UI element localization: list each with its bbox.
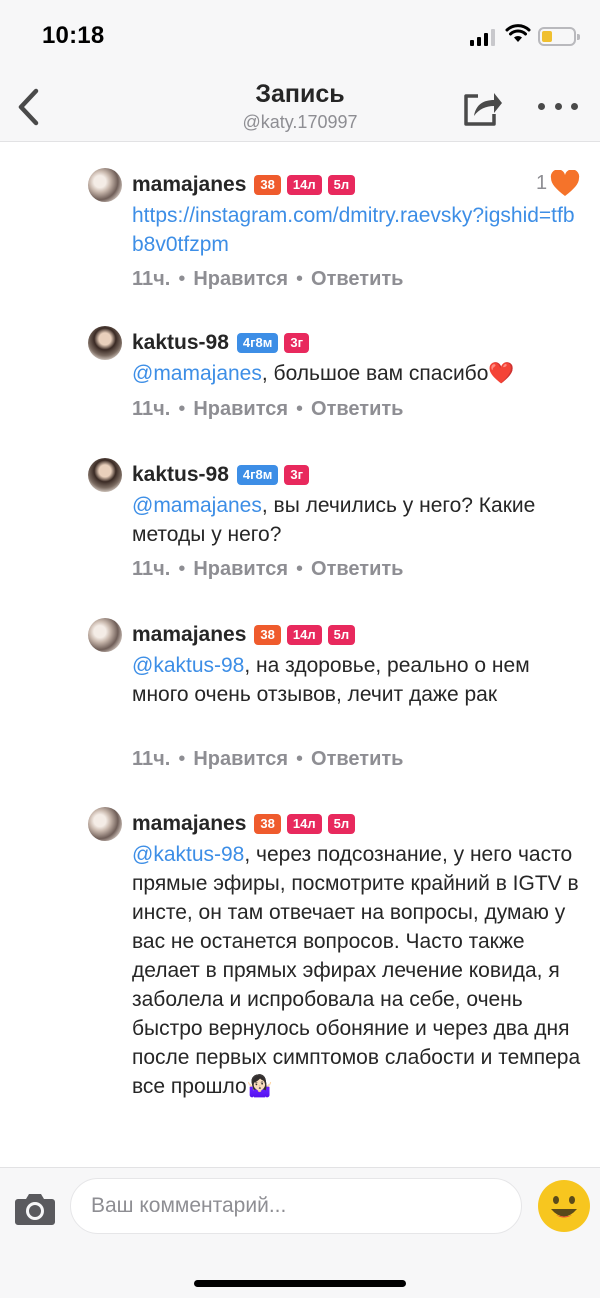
user-badge: 14л	[286, 625, 322, 645]
avatar[interactable]	[88, 326, 122, 360]
user-badge: 14л	[286, 175, 322, 195]
nav-header: Запись @katy.170997	[0, 72, 600, 142]
comment-time: 11ч.	[132, 268, 171, 290]
comment-header: mamajanes 38 14л 5л	[132, 807, 361, 841]
like-link[interactable]: Нравится	[193, 268, 288, 290]
more-dot	[571, 102, 578, 110]
more-dot	[538, 102, 545, 110]
comment-time: 11ч.	[132, 398, 171, 420]
comment-meta: 11ч. • Нравится • Ответить	[132, 748, 404, 770]
wifi-icon	[505, 24, 531, 42]
comment-input[interactable]	[70, 1178, 522, 1234]
comment-header: mamajanes 38 14л 5л	[132, 618, 361, 652]
comment-header: mamajanes 38 14л 5л	[132, 168, 361, 202]
comment-meta: 11ч. • Нравится • Ответить	[132, 268, 404, 290]
comment-header: kaktus-98 4г8м 3г	[132, 458, 315, 492]
comment-mention[interactable]: @kaktus-98	[132, 654, 244, 677]
comment-body: , большое вам спасибо❤️	[261, 362, 515, 385]
comment-text: @kaktus-98, через подсознание, у него ча…	[132, 840, 582, 1101]
page-subtitle[interactable]: @katy.170997	[0, 112, 600, 133]
user-badge: 3г	[284, 333, 310, 353]
comments-list[interactable]: mamajanes 38 14л 5л 1 https://instagram.…	[0, 142, 600, 1167]
user-badge: 14л	[286, 814, 322, 834]
comment-header: kaktus-98 4г8м 3г	[132, 326, 315, 360]
home-indicator	[194, 1280, 406, 1287]
user-badge: 38	[254, 625, 281, 645]
page-title: Запись	[255, 80, 345, 108]
comment-username[interactable]: mamajanes	[132, 623, 246, 647]
comment-item: kaktus-98 4г8м 3г @mamajanes, большое ва…	[0, 326, 600, 426]
smiley-icon	[539, 1181, 589, 1231]
signal-icon	[470, 28, 496, 46]
avatar[interactable]	[88, 168, 122, 202]
share-button[interactable]	[460, 86, 504, 128]
comment-link[interactable]: https://instagram.com/dmitry.raevsky?igs…	[132, 204, 575, 256]
comment-mention[interactable]: @mamajanes	[132, 494, 262, 517]
user-badge: 3г	[284, 465, 310, 485]
user-badge: 5л	[327, 625, 356, 645]
reply-link[interactable]: Ответить	[311, 558, 403, 580]
like-link[interactable]: Нравится	[193, 398, 288, 420]
more-options-button[interactable]	[538, 98, 578, 114]
comment-text: @mamajanes, вы лечились у него? Какие ме…	[132, 491, 582, 549]
user-badge: 4г8м	[236, 465, 279, 485]
like-link[interactable]: Нравится	[193, 558, 288, 580]
more-dot	[554, 102, 562, 110]
heart-icon	[550, 170, 580, 196]
comment-item: mamajanes 38 14л 5л @kaktus-98, на здоро…	[0, 618, 600, 778]
comment-mention[interactable]: @mamajanes	[132, 362, 262, 385]
camera-icon	[15, 1194, 55, 1225]
comment-text: @mamajanes, большое вам спасибо❤️	[132, 359, 582, 388]
like-link[interactable]: Нравится	[193, 748, 288, 770]
status-bar: 10:18	[0, 0, 600, 72]
share-icon	[464, 93, 502, 126]
reply-link[interactable]: Ответить	[311, 398, 403, 420]
avatar[interactable]	[88, 458, 122, 492]
reply-link[interactable]: Ответить	[311, 268, 403, 290]
status-time: 10:18	[42, 22, 105, 49]
comment-username[interactable]: kaktus-98	[132, 331, 229, 355]
comment-item: kaktus-98 4г8м 3г @mamajanes, вы лечилис…	[0, 458, 600, 588]
emoji-button[interactable]	[538, 1180, 590, 1232]
avatar[interactable]	[88, 807, 122, 841]
comment-mention[interactable]: @kaktus-98	[132, 843, 244, 866]
like-count: 1	[536, 172, 548, 194]
user-badge: 4г8м	[236, 333, 279, 353]
comment-meta: 11ч. • Нравится • Ответить	[132, 558, 404, 580]
comment-username[interactable]: kaktus-98	[132, 463, 229, 487]
comment-time: 11ч.	[132, 748, 171, 770]
comment-username[interactable]: mamajanes	[132, 173, 246, 197]
comment-text: https://instagram.com/dmitry.raevsky?igs…	[132, 201, 582, 259]
like-button[interactable]: 1	[536, 170, 580, 197]
comment-item: mamajanes 38 14л 5л 1 https://instagram.…	[0, 168, 600, 298]
reply-link[interactable]: Ответить	[311, 748, 403, 770]
avatar[interactable]	[88, 618, 122, 652]
comment-body: , через подсознание, у него часто прямые…	[132, 843, 581, 1098]
camera-button[interactable]	[14, 1190, 56, 1226]
user-badge: 38	[254, 175, 281, 195]
comment-item: mamajanes 38 14л 5л @kaktus-98, через по…	[0, 807, 600, 1167]
comment-input-bar	[0, 1167, 600, 1298]
comment-text: @kaktus-98, на здоровье, реально о нем м…	[132, 651, 582, 709]
comment-username[interactable]: mamajanes	[132, 812, 246, 836]
user-badge: 5л	[327, 175, 356, 195]
battery-icon	[538, 27, 580, 46]
user-badge: 38	[254, 814, 281, 834]
comment-meta: 11ч. • Нравится • Ответить	[132, 398, 404, 420]
user-badge: 5л	[327, 814, 356, 834]
comment-time: 11ч.	[132, 558, 171, 580]
